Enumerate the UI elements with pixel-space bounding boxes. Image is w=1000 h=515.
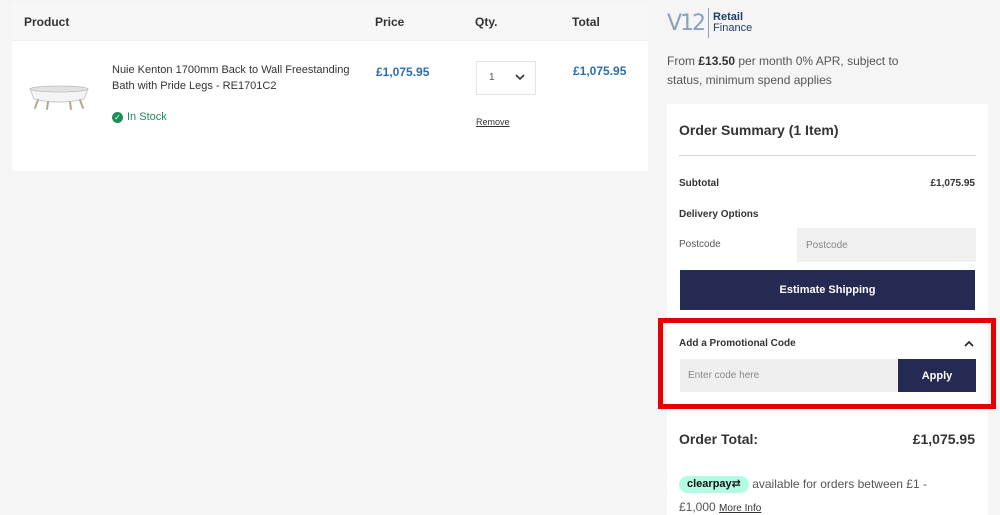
bath-product-image[interactable]: [26, 81, 92, 111]
header-qty: Qty.: [475, 15, 498, 29]
clearpay-arrows-icon: ⇄: [731, 478, 741, 491]
chevron-down-icon: [515, 74, 525, 81]
promo-highlight-box: [658, 318, 996, 409]
postcode-input[interactable]: [797, 228, 976, 262]
cart-table: Product Price Qty. Total Nuie Kenton 170…: [12, 4, 648, 171]
order-summary: Order Summary (1 Item) Subtotal £1,075.9…: [667, 104, 988, 515]
order-total-value: £1,075.95: [912, 431, 975, 447]
v12-logo-mark: V12: [667, 10, 706, 36]
logo-divider: [708, 8, 710, 38]
item-price: £1,075.95: [376, 65, 430, 79]
quantity-select[interactable]: 1: [476, 61, 536, 95]
subtotal-label: Subtotal: [679, 178, 719, 189]
finance-amount: £13.50: [698, 54, 736, 68]
stock-status: ✓ In Stock: [112, 111, 167, 123]
header-product: Product: [24, 15, 70, 29]
finance-message: From £13.50 per month 0% APR, subject to…: [667, 54, 899, 87]
cart-row: Nuie Kenton 1700mm Back to Wall Freestan…: [12, 41, 648, 171]
product-name-link[interactable]: Nuie Kenton 1700mm Back to Wall Freestan…: [112, 62, 352, 94]
clearpay-message: clearpay⇄ available for orders between £…: [679, 476, 927, 514]
logo-finance: Finance: [713, 22, 753, 34]
delivery-options-label: Delivery Options: [679, 209, 759, 220]
order-summary-title: Order Summary (1 Item): [679, 122, 839, 138]
more-info-link[interactable]: More Info: [719, 503, 761, 514]
estimate-shipping-button[interactable]: Estimate Shipping: [680, 270, 975, 310]
divider: [679, 155, 976, 156]
cart-header: Product Price Qty. Total: [12, 4, 648, 41]
quantity-value: 1: [489, 72, 495, 83]
remove-link[interactable]: Remove: [476, 117, 510, 127]
header-total: Total: [572, 15, 600, 29]
order-total-label: Order Total:: [679, 431, 759, 447]
check-circle-icon: ✓: [112, 111, 123, 123]
v12-retail-finance-logo: V12 Retail Finance: [667, 6, 752, 40]
stock-label: In Stock: [127, 111, 167, 123]
item-total: £1,075.95: [573, 64, 627, 78]
header-price: Price: [375, 15, 405, 29]
postcode-label: Postcode: [679, 239, 721, 250]
clearpay-badge: clearpay⇄: [679, 476, 749, 494]
subtotal-value: £1,075.95: [930, 178, 976, 189]
